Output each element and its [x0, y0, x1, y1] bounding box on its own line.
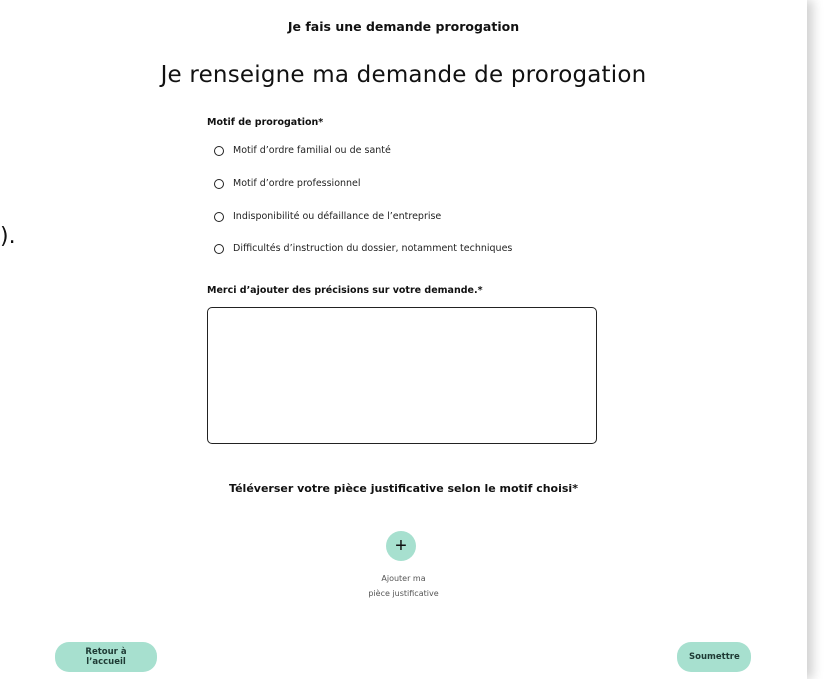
- radio-button[interactable]: [214, 211, 224, 222]
- stray-text: ).: [0, 224, 16, 249]
- radio-label: Motif d’ordre professionnel: [233, 178, 361, 189]
- radio-button[interactable]: [214, 145, 224, 156]
- radio-label: Motif d’ordre familial ou de santé: [233, 145, 391, 156]
- page-frame: ). Je fais une demande prorogation Je re…: [0, 0, 807, 679]
- motif-label: Motif de prorogation*: [207, 117, 324, 128]
- radio-button[interactable]: [214, 178, 224, 189]
- upload-caption-line2: pièce justificative: [368, 589, 439, 598]
- radio-option-entreprise[interactable]: Indisponibilité ou défaillance de l’entr…: [214, 211, 441, 222]
- radio-label: Indisponibilité ou défaillance de l’entr…: [233, 211, 442, 222]
- upload-caption: Ajouter ma pièce justificative: [0, 571, 807, 601]
- radio-option-instruction[interactable]: Difficultés d’instruction du dossier, no…: [214, 243, 512, 254]
- radio-option-professionnel[interactable]: Motif d’ordre professionnel: [214, 178, 361, 189]
- back-home-button[interactable]: Retour à l’accueil: [55, 642, 157, 672]
- radio-label: Difficultés d’instruction du dossier, no…: [233, 243, 513, 254]
- upload-label: Téléverser votre pièce justificative sel…: [229, 482, 578, 495]
- page-title: Je renseigne ma demande de prorogation: [160, 62, 647, 88]
- radio-button[interactable]: [214, 243, 224, 254]
- precisions-textarea[interactable]: [207, 307, 597, 444]
- plus-icon: +: [395, 535, 407, 557]
- precisions-label: Merci d’ajouter des précisions sur votre…: [207, 285, 483, 296]
- add-document-button[interactable]: +: [386, 531, 416, 561]
- upload-caption-line1: Ajouter ma: [381, 574, 426, 583]
- header-title: Je fais une demande prorogation: [287, 19, 520, 34]
- radio-option-familial[interactable]: Motif d’ordre familial ou de santé: [214, 145, 391, 156]
- submit-button[interactable]: Soumettre: [677, 642, 751, 672]
